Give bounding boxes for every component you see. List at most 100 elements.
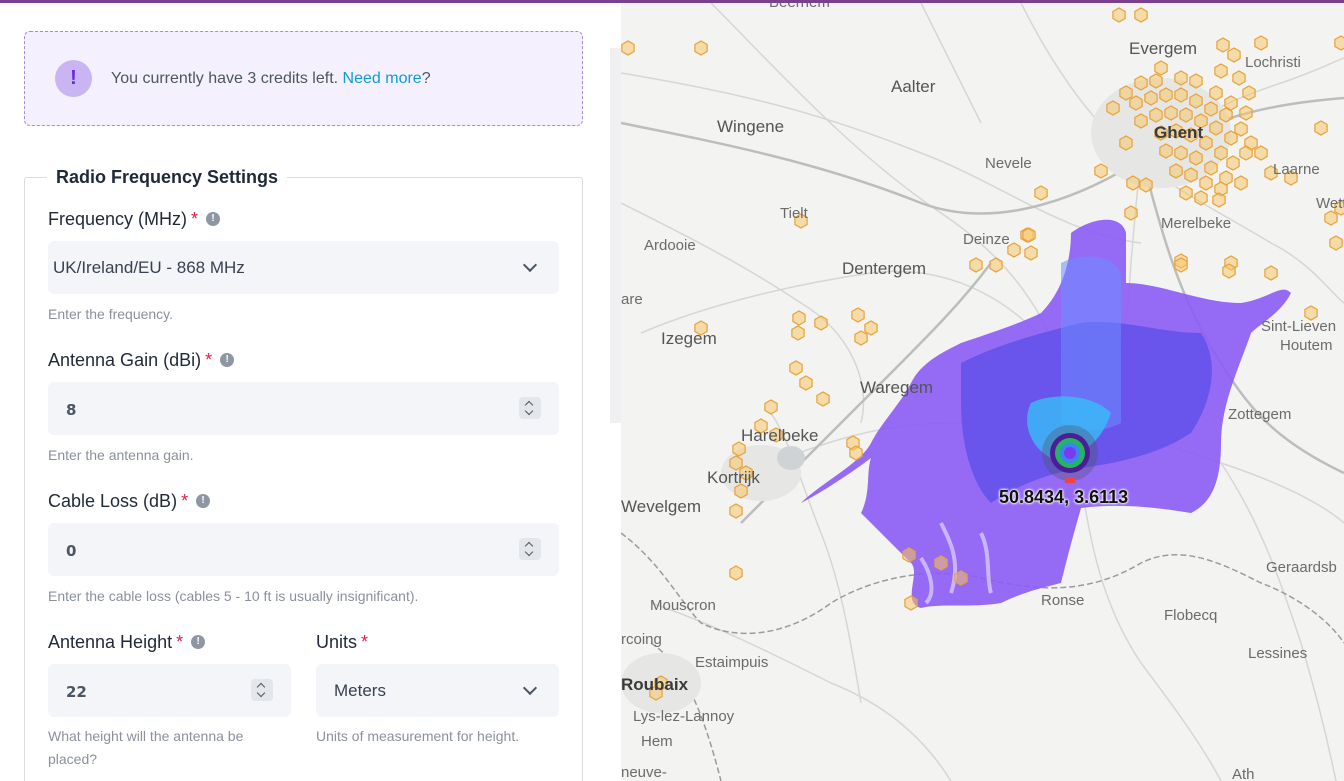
gateway-hex (934, 555, 948, 571)
gateway-hex (854, 330, 868, 346)
units-value: Meters (334, 681, 386, 700)
gain-input[interactable]: 8 (48, 382, 559, 435)
place-label: Merelbeke (1161, 215, 1232, 232)
gateway-hex (1164, 105, 1178, 121)
gateway-hex (1179, 107, 1193, 123)
gateway-hex (1119, 85, 1133, 101)
place-label: Sint-Lieven (1261, 318, 1337, 335)
stepper-icon[interactable] (519, 538, 541, 560)
gateway-hex (1226, 155, 1240, 171)
credits-notice: ! You currently have 3 credits left. Nee… (24, 31, 583, 126)
gateway-hex (1214, 145, 1228, 161)
gateway-hex (1139, 177, 1153, 193)
place-label: Roubaix (621, 675, 689, 694)
gateway-hex (791, 325, 805, 341)
info-icon[interactable]: ! (220, 353, 235, 368)
units-help: Units of measurement for height. (316, 728, 520, 744)
settings-panel: ! You currently have 3 credits left. Nee… (0, 3, 621, 781)
place-label: Mouscron (650, 597, 716, 614)
cable-loss-label: Cable Loss (dB) *! (48, 491, 211, 512)
place-label: Waregem (860, 378, 934, 397)
chevron-down-icon (522, 257, 538, 273)
gateway-hex (816, 391, 830, 407)
scrollbar[interactable] (610, 48, 621, 423)
cable-loss-help: Enter the cable loss (cables 5 - 10 ft i… (48, 588, 419, 604)
place-label: Tielt (780, 205, 808, 222)
place-label: Ardooie (644, 237, 696, 254)
coordinate-label: 50.8434, 3.6113 (999, 487, 1129, 507)
gateway-hex (1024, 245, 1038, 261)
gateway-hex (1329, 235, 1343, 251)
gateway-hex (969, 257, 983, 273)
gateway-hex (1119, 135, 1133, 151)
place-label: Hem (641, 733, 673, 750)
gateway-hex (764, 399, 778, 415)
coverage-map[interactable]: Beernem Evergem Lochristi Aalter Wingene… (621, 3, 1344, 781)
units-select[interactable]: Meters (316, 664, 559, 717)
gain-help: Enter the antenna gain. (48, 447, 194, 463)
stepper-icon[interactable] (519, 397, 541, 419)
credits-text: You currently have 3 credits left. (111, 70, 339, 87)
gateway-hex (849, 445, 863, 461)
place-label: Evergem (1129, 39, 1198, 58)
top-accent-bar (0, 0, 1344, 3)
gateway-hex (1212, 192, 1226, 208)
place-label: Zottegem (1228, 406, 1292, 423)
gateway-hex (1134, 7, 1148, 23)
gateway-hex (1239, 105, 1253, 121)
info-icon[interactable]: ! (191, 635, 206, 650)
height-value: 22 (66, 683, 87, 701)
gateway-hex (1232, 70, 1246, 86)
gateway-hex (1022, 227, 1036, 243)
gateway-hex (1159, 143, 1173, 159)
info-icon[interactable]: ! (196, 494, 211, 509)
gateway-hex (1209, 120, 1223, 136)
place-label: Kortrijk (707, 468, 760, 487)
frequency-label-text: Frequency (MHz) (48, 209, 188, 229)
gateway-hex (1204, 160, 1218, 176)
chevron-down-icon (522, 680, 538, 696)
gateway-hex (1227, 47, 1241, 63)
gateway-hex (1144, 90, 1158, 106)
gateway-hex (1189, 93, 1203, 109)
gateway-hex (864, 320, 878, 336)
gateway-hex (1264, 265, 1278, 281)
gateway-hex (1184, 167, 1198, 183)
gateway-hex (1094, 163, 1108, 179)
credits-suffix: ? (421, 70, 431, 87)
gateway-hex (1219, 107, 1233, 123)
gateway-hex (1199, 175, 1213, 191)
gateway-hex (1334, 35, 1344, 51)
gateway-hex (1159, 87, 1173, 103)
gateway-hex (621, 40, 635, 56)
need-more-link[interactable]: Need more (343, 70, 422, 87)
height-input[interactable]: 22 (48, 664, 291, 717)
credits-message: You currently have 3 credits left. Need … (111, 70, 431, 88)
gateway-hex (1189, 73, 1203, 89)
place-label: are (621, 291, 643, 308)
cable-loss-input[interactable]: 0 (48, 523, 559, 576)
stepper-icon[interactable] (251, 679, 273, 701)
place-label: Lessines (1248, 645, 1308, 662)
gateway-hex (1214, 63, 1228, 79)
gateway-hex (851, 307, 865, 323)
place-label: Ghent (1154, 123, 1204, 142)
gateway-hex (1169, 163, 1183, 179)
gateway-hex (1179, 185, 1193, 201)
place-label: rcoing (621, 631, 662, 648)
place-label: Laarne (1273, 161, 1320, 178)
required-mark: * (361, 632, 369, 652)
required-mark: * (205, 350, 213, 370)
info-icon[interactable]: ! (206, 212, 221, 227)
frequency-select[interactable]: UK/Ireland/EU - 868 MHz (48, 241, 559, 294)
gateway-hex (1134, 75, 1148, 91)
place-label: Dentergem (842, 259, 927, 278)
gateway-hex (1314, 120, 1328, 136)
alert-icon: ! (55, 60, 92, 97)
units-label: Units * (316, 632, 368, 653)
fieldset-legend: Radio Frequency Settings (47, 167, 288, 188)
gateway-hex (792, 310, 806, 326)
cable-loss-value: 0 (66, 542, 77, 560)
gateway-hex (789, 360, 803, 376)
frequency-help: Enter the frequency. (48, 306, 174, 322)
